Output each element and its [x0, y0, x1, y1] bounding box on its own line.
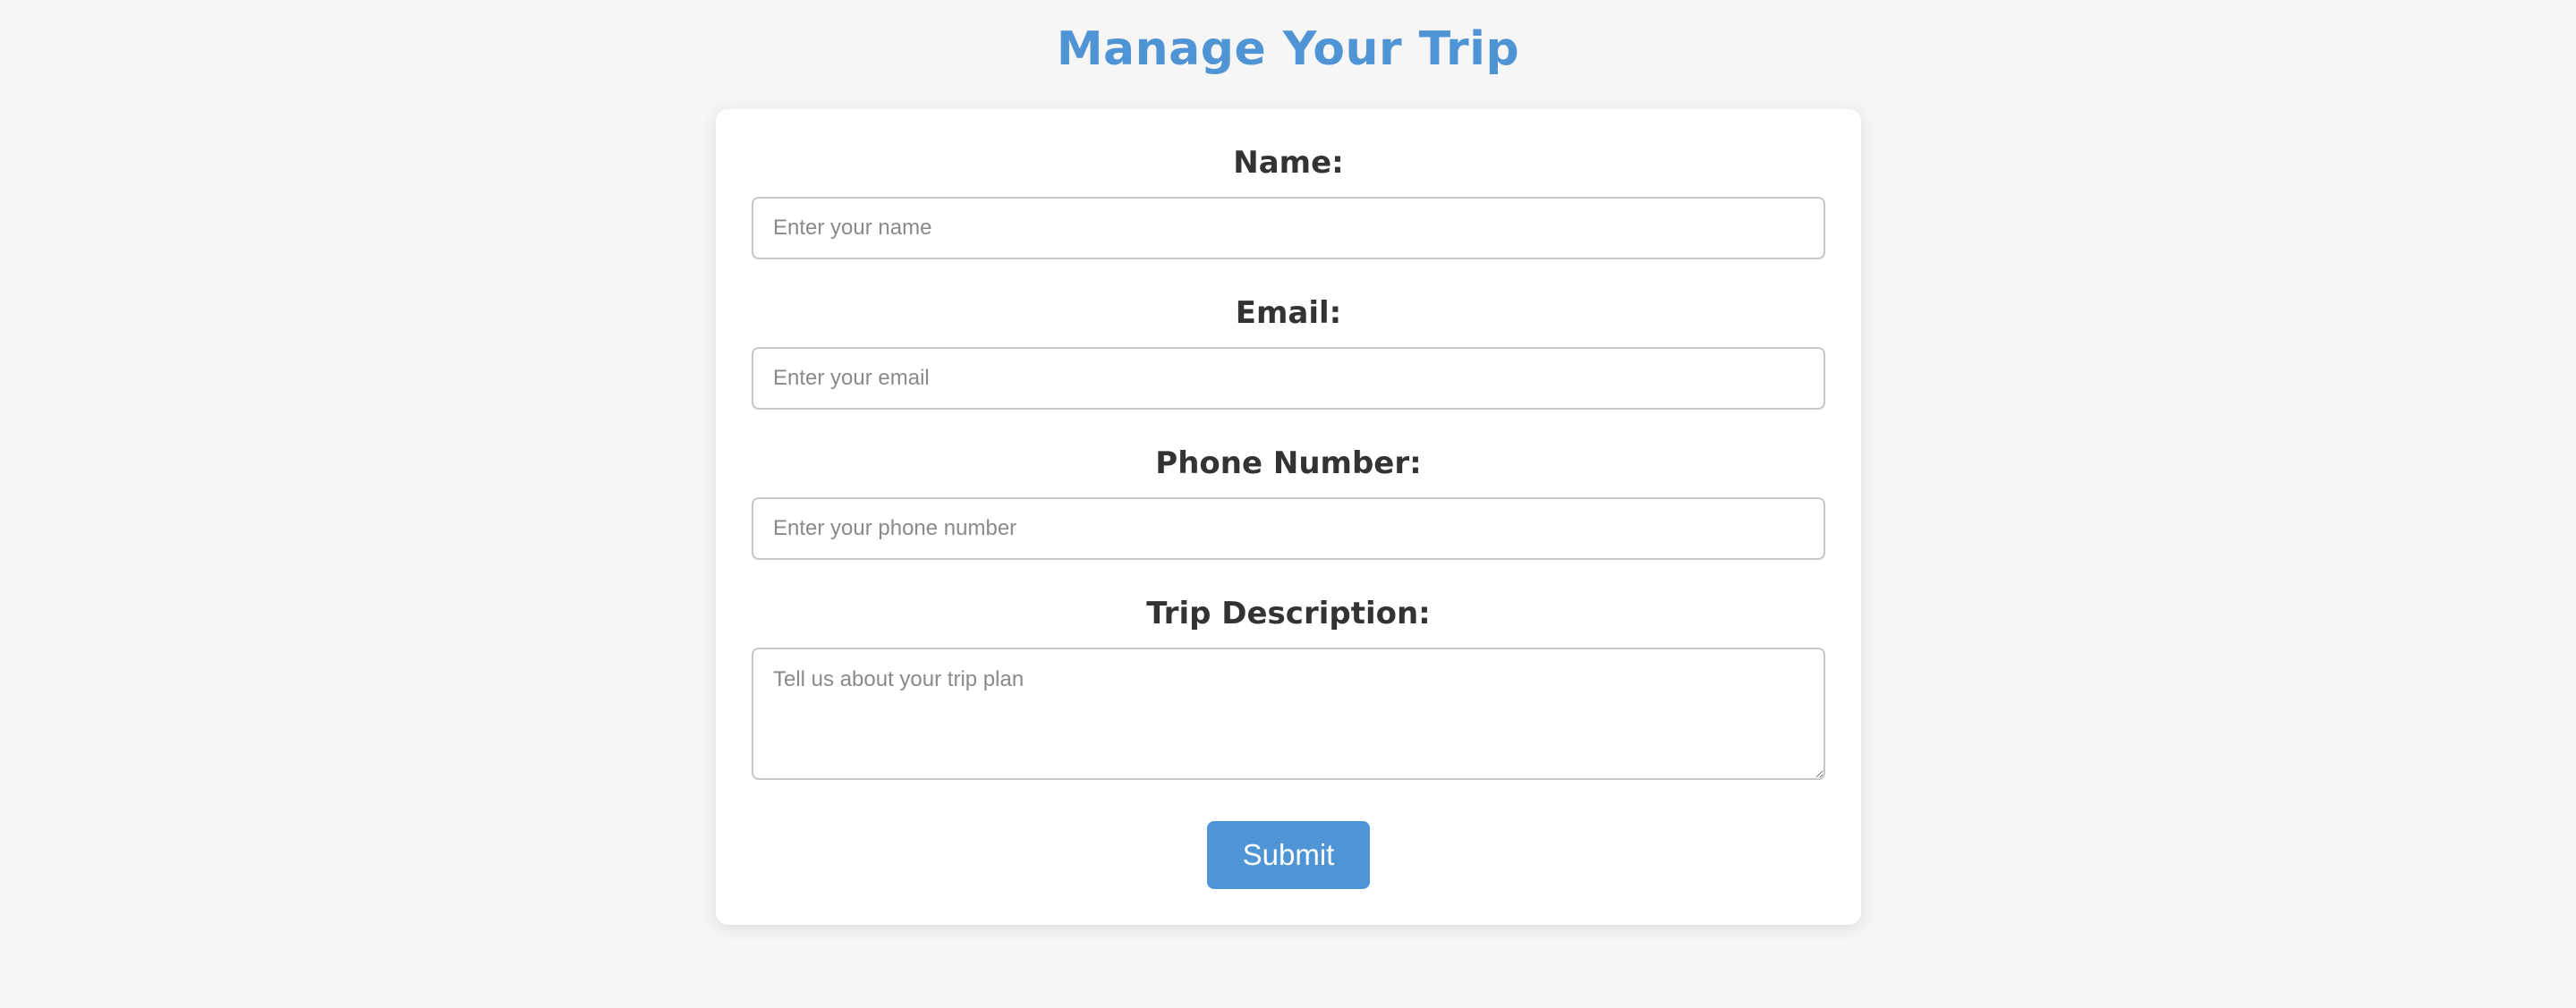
trip-description-label: Trip Description: — [1146, 596, 1431, 631]
name-input[interactable] — [752, 197, 1825, 259]
email-label: Email: — [1235, 295, 1342, 331]
page-title: Manage Your Trip — [1056, 22, 1520, 76]
phone-input[interactable] — [752, 497, 1825, 560]
trip-form-card: Name: Email: Phone Number: Trip Descript… — [716, 109, 1861, 925]
email-input[interactable] — [752, 347, 1825, 410]
page: Manage Your Trip Name: Email: Phone Numb… — [0, 0, 2576, 1008]
submit-button[interactable]: Submit — [1207, 821, 1370, 889]
trip-description-textarea[interactable] — [752, 648, 1825, 780]
name-label: Name: — [1233, 145, 1344, 181]
phone-label: Phone Number: — [1155, 445, 1422, 481]
